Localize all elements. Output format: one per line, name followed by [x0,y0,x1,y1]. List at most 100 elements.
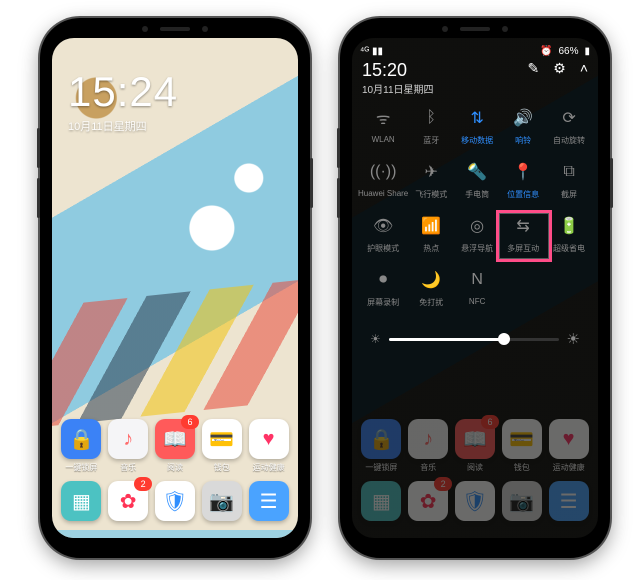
app-glyph-icon: 💳 [202,419,242,459]
app-label: 音乐 [420,462,436,473]
app-icon: ▦ [359,481,403,524]
qs-toggle-9[interactable]: ⧉截屏 [546,160,592,200]
app-glyph-icon: 🛡 [455,481,495,521]
app-glyph-icon: 📷 [202,481,242,521]
brightness-thumb[interactable] [498,333,510,345]
phone-left: 15:24 10月11日星期四 🔒 一键锁屏 ♪音乐📖6阅读💳钱包♥运动健康 ▦✿2… [40,18,310,558]
alarm-icon: ⏰ [540,46,552,57]
app-label: 阅读 [167,462,183,473]
panel-time: 15:20 [362,60,434,81]
qs-toggle-13[interactable]: ⇆多屏互动 [500,214,546,254]
lockscreen-clock: 15:24 10月11日星期四 [68,68,178,134]
qs-icon: 👁 [371,214,395,238]
app-icon[interactable]: ♪音乐 [106,419,150,473]
qs-label: Huawei Share [358,189,408,198]
qs-icon: ◎ [465,214,489,238]
qs-toggle-14[interactable]: 🔋 超级省电 [546,214,592,254]
home-screen[interactable]: 15:24 10月11日星期四 🔒 一键锁屏 ♪音乐📖6阅读💳钱包♥运动健康 ▦✿2… [52,38,298,538]
app-icon[interactable]: 📷 [200,481,244,524]
qs-toggle-10[interactable]: 👁护眼模式 [358,214,408,254]
settings-icon[interactable]: ⚙ [553,60,566,77]
app-label: 音乐 [120,462,136,473]
qs-toggle-4[interactable]: ⟳ 自动旋转 [546,106,592,146]
app-glyph-icon: 💳 [502,419,542,459]
qs-toggle-7[interactable]: 🔦手电筒 [454,160,500,200]
panel-date: 10月11日星期四 [362,81,434,96]
app-label: 一键锁屏 [365,462,397,473]
qs-icon: ⟳ [557,106,581,130]
brightness-high-icon: ☀ [567,330,580,348]
qs-icon: 🔋 [557,214,581,238]
qs-icon: ᛒ [419,106,443,130]
qs-icon: 📍 [511,160,535,184]
qs-toggle-16[interactable]: 🌙免打扰 [408,268,454,308]
qs-toggle-8[interactable]: 📍位置信息 [500,160,546,200]
qs-label: 飞行模式 [415,189,447,200]
qs-toggle-17[interactable]: N NFC [454,268,500,308]
battery-icon: ▮ [584,46,590,57]
qs-label: WLAN [372,135,395,144]
qs-toggle-2[interactable]: ⇅ 移动数据 [454,106,500,146]
brightness-track[interactable] [389,338,559,341]
app-glyph-icon: ☰ [249,481,289,521]
status-bar: ⁴ᴳ ▮▮ ⏰ 66% ▮ [360,44,590,58]
app-glyph-icon: ▦ [361,481,401,521]
app-label: 钱包 [514,462,530,473]
qs-icon: N [465,268,489,292]
app-glyph-icon: ✿2 [108,481,148,521]
edit-icon[interactable]: ✎ [528,60,540,77]
qs-label: 移动数据 [461,135,493,146]
qs-icon: ᯤ [371,106,395,130]
qs-icon: 🔦 [465,160,489,184]
notification-badge: 6 [181,415,199,429]
app-glyph-icon: 🔒 [361,419,401,459]
dimmed-dock: 🔒 一键锁屏 ♪音乐📖6阅读💳 钱包 ♥运动健康 ▦✿2🛡📷☰ [352,415,598,528]
app-glyph-icon: ✿2 [408,481,448,521]
qs-toggle-3[interactable]: 🔊响铃 [500,106,546,146]
app-icon[interactable]: ✿2 [106,481,150,524]
quick-settings-panel[interactable]: ⁴ᴳ ▮▮ ⏰ 66% ▮ 15:20 10月11日星期四 ✎ ⚙ ˄ ᯤ WLA… [352,38,598,538]
app-icon: ♪音乐 [406,419,450,473]
panel-header: 15:20 10月11日星期四 ✎ ⚙ ˄ [362,60,588,96]
qs-icon: 📶 [419,214,443,238]
qs-toggle-0[interactable]: ᯤ WLAN [358,106,408,146]
notification-badge: 6 [481,415,499,429]
qs-label: 超级省电 [553,243,585,254]
app-icon[interactable]: 🔒 一键锁屏 [59,419,103,473]
qs-toggle-15[interactable]: ⏺屏幕录制 [358,268,408,308]
app-icon[interactable]: ☰ [247,481,291,524]
qs-toggle-1[interactable]: ᛒ蓝牙 [408,106,454,146]
qs-label: 自动旋转 [553,135,585,146]
brightness-slider[interactable]: ☀ ☀ [370,330,580,348]
app-icon: ✿2 [406,481,450,524]
app-label: 运动健康 [553,462,585,473]
app-icon[interactable]: 🛡 [153,481,197,524]
qs-toggle-5[interactable]: ((·))Huawei Share [358,160,408,200]
app-glyph-icon: ☰ [549,481,589,521]
qs-label: 免打扰 [419,297,443,308]
app-glyph-icon: 📷 [502,481,542,521]
qs-label: NFC [469,297,485,306]
collapse-icon[interactable]: ˄ [580,60,588,77]
app-icon: 📷 [500,481,544,524]
app-icon[interactable]: 💳钱包 [200,419,244,473]
qs-label: 响铃 [515,135,531,146]
qs-toggle-6[interactable]: ✈飞行模式 [408,160,454,200]
nav-bar [52,530,298,538]
app-icon[interactable]: ♥运动健康 [247,419,291,473]
app-glyph-icon: 🔒 [61,419,101,459]
qs-label: 截屏 [561,189,577,200]
battery-text: 66% [558,46,578,57]
app-icon[interactable]: ▦ [59,481,103,524]
app-icon: ♥运动健康 [547,419,591,473]
qs-toggle-12[interactable]: ◎悬浮导航 [454,214,500,254]
clock-time: 15:24 [68,68,178,116]
app-icon: 🔒 一键锁屏 [359,419,403,473]
qs-icon: ⇅ [465,106,489,130]
app-label: 一键锁屏 [65,462,97,473]
app-icon: 🛡 [453,481,497,524]
app-icon: 📖6阅读 [453,419,497,473]
qs-toggle-11[interactable]: 📶热点 [408,214,454,254]
app-icon[interactable]: 📖6阅读 [153,419,197,473]
app-label: 阅读 [467,462,483,473]
